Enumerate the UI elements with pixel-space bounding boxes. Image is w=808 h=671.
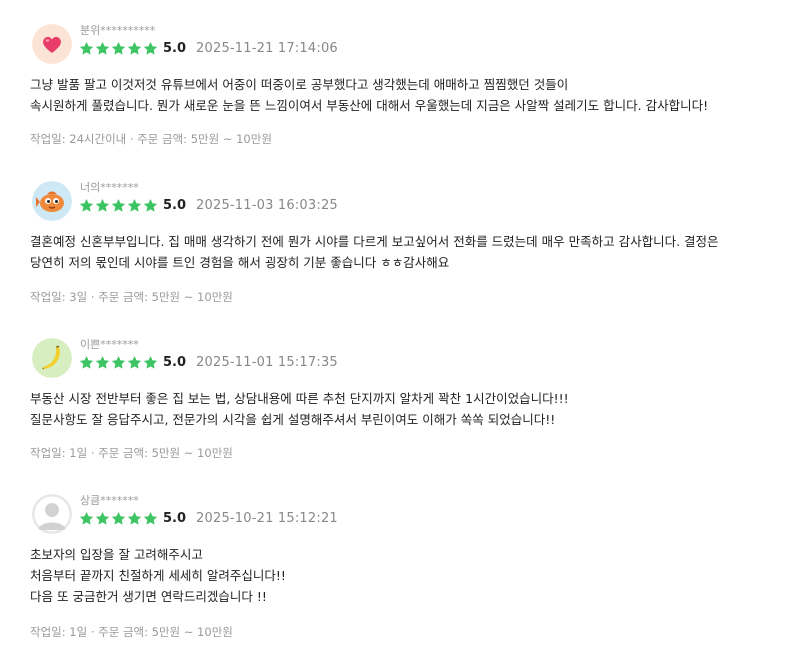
star-icon — [143, 355, 158, 369]
star-icon — [95, 198, 110, 212]
order-meta: 작업일: 24시간이내 · 주문 금액: 5만원 ~ 10만원 — [30, 132, 272, 146]
review-text: 부동산 시장 전반부터 좋은 집 보는 법, 상담내용에 따른 추천 단지까지 … — [30, 388, 569, 430]
review-text-line: 처음부터 끝까지 친절하게 세세히 알려주십니다!! — [30, 568, 286, 583]
star-rating — [79, 355, 158, 370]
rating-score: 5.0 — [163, 40, 187, 56]
star-icon — [143, 198, 158, 212]
rating-row: 5.0 2025-11-01 15:17:35 — [79, 353, 338, 371]
star-icon — [79, 511, 94, 525]
star-icon — [111, 511, 126, 525]
rating-row: 5.0 2025-11-03 16:03:25 — [79, 196, 338, 214]
default-user-avatar-icon[interactable] — [32, 494, 72, 534]
review-text-line: 속시원하게 풀렸습니다. 뭔가 새로운 눈을 뜬 느낌이여서 부동산에 대해서 … — [30, 98, 709, 113]
star-icon — [95, 355, 110, 369]
review-date: 2025-11-01 15:17:35 — [196, 354, 338, 370]
star-icon — [111, 355, 126, 369]
star-icon — [111, 41, 126, 55]
review-text-line: 다음 또 궁금한거 생기면 연락드리겠습니다 !! — [30, 589, 267, 604]
star-rating — [79, 511, 158, 526]
order-meta: 작업일: 1일 · 주문 금액: 5만원 ~ 10만원 — [30, 446, 233, 460]
order-meta: 작업일: 3일 · 주문 금액: 5만원 ~ 10만원 — [30, 290, 233, 304]
star-icon — [127, 511, 142, 525]
star-icon — [143, 41, 158, 55]
star-icon — [95, 511, 110, 525]
review-text: 초보자의 입장을 잘 고려해주시고 처음부터 끝까지 친절하게 세세히 알려주십… — [30, 544, 286, 607]
review-text: 결혼예정 신혼부부입니다. 집 매매 생각하기 전에 뭔가 시야를 다르게 보고… — [30, 231, 719, 273]
review-date: 2025-10-21 15:12:21 — [196, 510, 338, 526]
review-text-line: 당연히 저의 몫인데 시야를 트인 경험을 해서 굉장히 기분 좋습니다 ㅎㅎ감… — [30, 255, 450, 270]
review-text-line: 질문사항도 잘 응답주시고, 전문가의 시각을 쉽게 설명해주셔서 부린이여도 … — [30, 412, 556, 427]
heart-avatar-icon[interactable] — [32, 24, 72, 64]
reviewer-nickname: 너의******* — [80, 181, 139, 194]
reviewer-nickname: 이쁜******* — [80, 338, 139, 351]
star-icon — [79, 198, 94, 212]
star-rating — [79, 198, 158, 213]
banana-avatar-icon[interactable] — [32, 338, 72, 378]
review-text: 그냥 발품 팔고 이것저것 유튜브에서 어중이 떠중이로 공부했다고 생각했는데… — [30, 74, 708, 116]
rating-score: 5.0 — [163, 510, 187, 526]
review-text-line: 그냥 발품 팔고 이것저것 유튜브에서 어중이 떠중이로 공부했다고 생각했는데… — [30, 77, 569, 92]
star-rating — [79, 41, 158, 56]
rating-score: 5.0 — [163, 354, 187, 370]
reviewer-nickname: 분위********** — [80, 24, 156, 37]
review-list: 분위********** 5.0 2025-11-21 17:14:06 그냥 … — [0, 0, 808, 671]
star-icon — [111, 198, 126, 212]
star-icon — [79, 355, 94, 369]
fish-avatar-icon[interactable] — [32, 181, 72, 221]
review-date: 2025-11-03 16:03:25 — [196, 197, 338, 213]
star-icon — [95, 41, 110, 55]
star-icon — [127, 355, 142, 369]
star-icon — [127, 41, 142, 55]
rating-score: 5.0 — [163, 197, 187, 213]
review-text-line: 부동산 시장 전반부터 좋은 집 보는 법, 상담내용에 따른 추천 단지까지 … — [30, 391, 569, 406]
review-text-line: 초보자의 입장을 잘 고려해주시고 — [30, 547, 203, 562]
star-icon — [79, 41, 94, 55]
review-date: 2025-11-21 17:14:06 — [196, 40, 338, 56]
order-meta: 작업일: 1일 · 주문 금액: 5만원 ~ 10만원 — [30, 625, 233, 639]
rating-row: 5.0 2025-11-21 17:14:06 — [79, 39, 338, 57]
review-text-line: 결혼예정 신혼부부입니다. 집 매매 생각하기 전에 뭔가 시야를 다르게 보고… — [30, 234, 719, 249]
reviewer-nickname: 상큼******* — [80, 494, 139, 507]
rating-row: 5.0 2025-10-21 15:12:21 — [79, 509, 338, 527]
star-icon — [143, 511, 158, 525]
star-icon — [127, 198, 142, 212]
